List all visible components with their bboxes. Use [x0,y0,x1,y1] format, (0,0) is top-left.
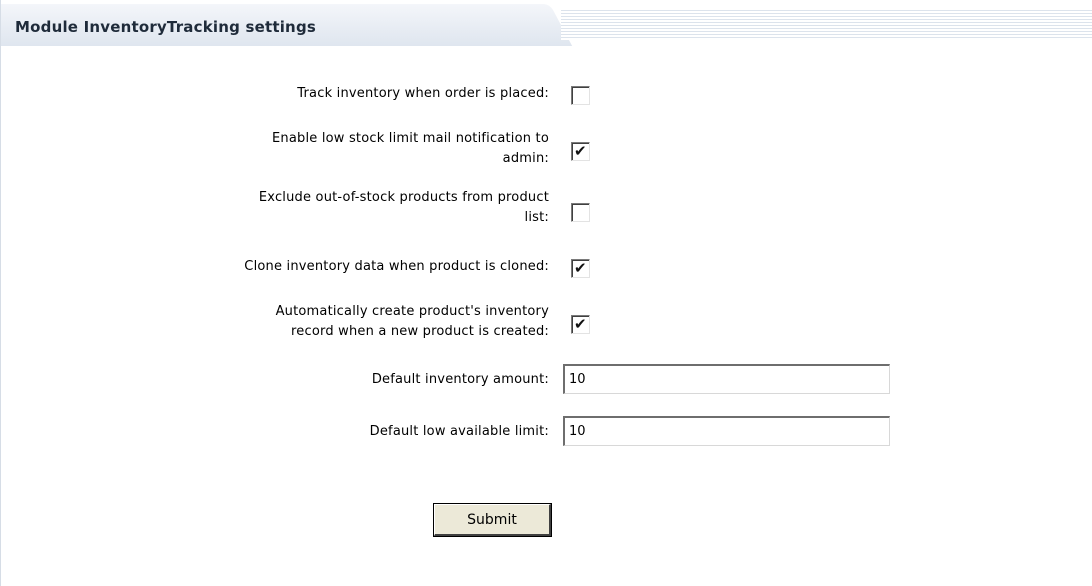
checkmark-icon: ✔ [574,259,587,277]
auto-create-record-label: Automatically create product's inventory… [275,304,549,339]
default-inventory-amount-input[interactable] [563,364,890,394]
exclude-out-of-stock-checkbox[interactable] [571,203,590,222]
default-inventory-amount-label: Default inventory amount: [371,372,549,387]
checkmark-icon: ✔ [574,315,587,333]
checkmark-icon: ✔ [574,142,587,160]
track-inventory-checkbox[interactable] [571,86,590,105]
page-title: Module InventoryTracking settings [15,18,317,36]
exclude-out-of-stock-label: Exclude out-of-stock products from produ… [258,190,549,225]
default-low-available-limit-label: Default low available limit: [369,424,549,439]
track-inventory-label: Track inventory when order is placed: [297,86,549,101]
clone-inventory-label: Clone inventory data when product is clo… [244,259,549,274]
settings-panel: Module InventoryTracking settings Track … [0,0,1092,586]
low-stock-notification-label: Enable low stock limit mail notification… [272,131,549,166]
clone-inventory-checkbox[interactable]: ✔ [571,259,590,278]
panel-header: Module InventoryTracking settings [1,0,1092,46]
low-stock-notification-checkbox[interactable]: ✔ [571,142,590,161]
header-decorative-lines [561,10,1092,40]
submit-button[interactable]: Submit [434,504,551,536]
default-low-available-limit-input[interactable] [563,416,890,446]
auto-create-record-checkbox[interactable]: ✔ [571,315,590,334]
